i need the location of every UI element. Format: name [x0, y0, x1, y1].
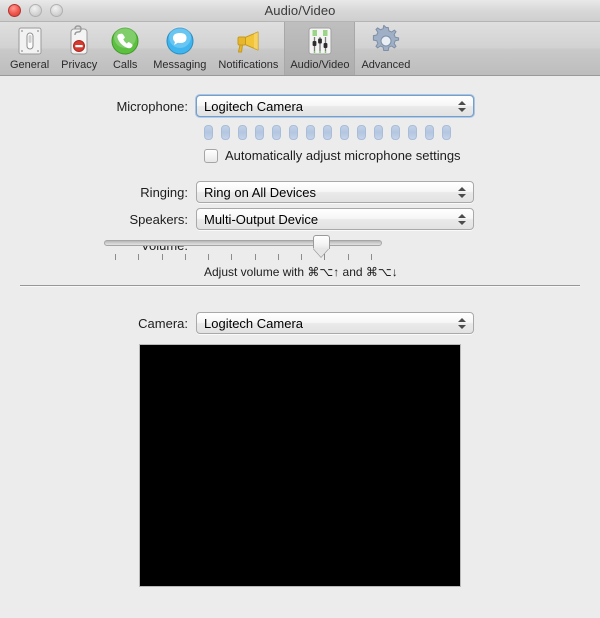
chevron-updown-icon: [457, 313, 467, 333]
speakers-select[interactable]: Multi-Output Device: [196, 208, 474, 230]
camera-label: Camera:: [138, 315, 188, 331]
microphone-value: Logitech Camera: [204, 98, 303, 114]
toolbar-label-advanced: Advanced: [361, 59, 411, 71]
title-bar: Audio/Video: [0, 0, 600, 22]
level-meter-segment: [289, 125, 298, 140]
chevron-updown-icon: [457, 209, 467, 229]
preferences-toolbar: General Privacy Calls Messaging Notifica…: [0, 22, 600, 76]
audio-mixer-icon: [304, 25, 336, 57]
camera-preview: [139, 344, 461, 587]
toolbar-item-audio-video[interactable]: Audio/Video: [284, 22, 356, 75]
level-meter-segment: [204, 125, 213, 140]
speech-bubble-icon: [164, 25, 196, 57]
volume-tick: [301, 254, 303, 260]
level-meter-segment: [408, 125, 417, 140]
volume-tick: [184, 254, 186, 260]
volume-tick: [231, 254, 233, 260]
speakers-label: Speakers:: [129, 211, 188, 227]
microphone-select[interactable]: Logitech Camera: [195, 94, 475, 118]
volume-tick: [161, 254, 163, 260]
preferences-content: Microphone: Logitech Camera Automaticall…: [0, 76, 600, 617]
chevron-updown-icon: [457, 96, 467, 116]
volume-tick: [371, 254, 372, 260]
close-button[interactable]: [8, 4, 21, 17]
auto-adjust-mic-checkbox-row[interactable]: Automatically adjust microphone settings: [204, 148, 461, 163]
toolbar-item-messaging[interactable]: Messaging: [147, 22, 212, 75]
ringing-value: Ring on All Devices: [204, 184, 316, 200]
toolbar-item-general[interactable]: General: [4, 22, 55, 75]
light-switch-icon: [14, 25, 46, 57]
auto-adjust-mic-label: Automatically adjust microphone settings: [225, 148, 461, 163]
ringing-row: Ringing: Ring on All Devices: [104, 181, 474, 203]
toolbar-label-notifications: Notifications: [218, 59, 279, 71]
megaphone-icon: [232, 25, 264, 57]
camera-value: Logitech Camera: [204, 315, 303, 331]
preferences-window: Audio/Video General Privacy Calls Messag…: [0, 0, 600, 618]
volume-tick: [115, 254, 116, 260]
ringing-select[interactable]: Ring on All Devices: [196, 181, 474, 203]
level-meter-segment: [357, 125, 366, 140]
auto-adjust-mic-checkbox[interactable]: [204, 148, 218, 163]
toolbar-label-privacy: Privacy: [61, 59, 98, 71]
speakers-value: Multi-Output Device: [204, 211, 319, 227]
toolbar-label-audio-video: Audio/Video: [290, 59, 350, 71]
microphone-label: Microphone:: [116, 98, 188, 114]
gear-icon: [370, 24, 402, 57]
toolbar-label-general: General: [10, 59, 50, 71]
level-meter-segment: [323, 125, 332, 140]
volume-slider-track[interactable]: [104, 240, 382, 246]
zoom-button[interactable]: [50, 4, 63, 17]
volume-slider-ticks: [104, 254, 382, 262]
level-meter-segment: [255, 125, 264, 140]
toolbar-item-calls[interactable]: Calls: [103, 22, 147, 75]
speakers-row: Speakers: Multi-Output Device: [104, 208, 474, 230]
volume-tick: [277, 254, 279, 260]
volume-shortcut-hint: Adjust volume with ⌘⌥↑ and ⌘⌥↓: [204, 265, 398, 279]
level-meter-segment: [442, 125, 451, 140]
level-meter-segment: [425, 125, 434, 140]
volume-tick: [138, 254, 140, 260]
toolbar-item-advanced[interactable]: Advanced: [355, 22, 416, 75]
toolbar-item-notifications[interactable]: Notifications: [212, 22, 284, 75]
toolbar-item-privacy[interactable]: Privacy: [55, 22, 103, 75]
microphone-row: Microphone: Logitech Camera: [104, 94, 475, 118]
microphone-level-meter: [204, 125, 451, 140]
level-meter-segment: [238, 125, 247, 140]
level-meter-segment: [272, 125, 281, 140]
level-meter-segment: [221, 125, 230, 140]
volume-slider[interactable]: [104, 234, 382, 264]
minimize-button[interactable]: [29, 4, 42, 17]
volume-tick: [347, 254, 349, 260]
do-not-disturb-icon: [63, 25, 95, 57]
volume-tick: [208, 254, 210, 260]
section-divider: [20, 285, 580, 286]
level-meter-segment: [306, 125, 315, 140]
phone-icon: [109, 25, 141, 57]
camera-select[interactable]: Logitech Camera: [196, 312, 474, 334]
toolbar-label-calls: Calls: [112, 59, 138, 71]
toolbar-label-messaging: Messaging: [153, 59, 207, 71]
ringing-label: Ringing:: [140, 184, 188, 200]
volume-tick: [324, 254, 326, 260]
level-meter-segment: [391, 125, 400, 140]
chevron-updown-icon: [457, 182, 467, 202]
window-title: Audio/Video: [264, 3, 336, 18]
volume-tick: [254, 254, 256, 260]
level-meter-segment: [340, 125, 349, 140]
camera-row: Camera: Logitech Camera: [104, 312, 474, 334]
window-controls: [8, 4, 63, 17]
level-meter-segment: [374, 125, 383, 140]
volume-row: Volume:: [104, 234, 382, 260]
